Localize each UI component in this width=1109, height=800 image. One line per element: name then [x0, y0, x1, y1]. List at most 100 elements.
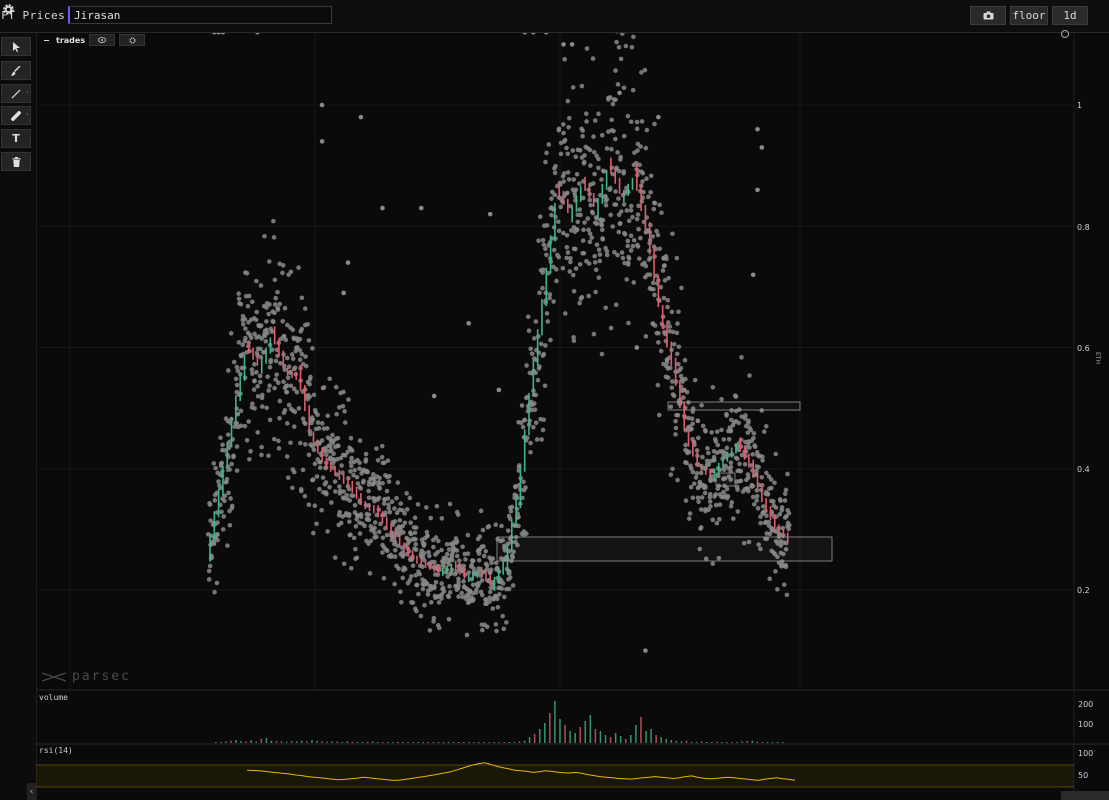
trade-dot — [669, 385, 675, 390]
trade-dot — [759, 474, 765, 480]
trade-dot — [394, 495, 399, 501]
price-candle — [636, 164, 638, 191]
trade-dot — [599, 227, 605, 233]
price-candle — [342, 473, 345, 484]
trade-dot — [348, 469, 353, 474]
trade-dot — [599, 177, 604, 182]
price-candle — [209, 533, 211, 562]
trade-dot — [366, 517, 372, 523]
trade-dot — [228, 496, 233, 501]
trade-dot — [603, 198, 609, 204]
interval-button[interactable]: 1d — [1052, 6, 1088, 25]
scale-button[interactable] — [1061, 791, 1109, 800]
legend-collapse-icon[interactable] — [44, 39, 49, 41]
trade-dot — [379, 443, 385, 449]
price-candle — [235, 395, 237, 422]
trade-dot — [613, 302, 619, 308]
trade-dot — [674, 255, 680, 261]
screenshot-button[interactable] — [970, 6, 1006, 25]
toggle-visibility-button[interactable] — [89, 34, 116, 46]
trade-dot — [782, 582, 787, 587]
trade-dot — [284, 421, 290, 426]
trade-dot — [533, 370, 538, 376]
price-candle — [282, 350, 285, 369]
collection-search-input[interactable] — [68, 6, 332, 24]
floor-toggle-button[interactable]: floor — [1010, 6, 1048, 25]
price-chart[interactable] — [36, 33, 1109, 800]
trade-dot — [215, 532, 220, 537]
series-settings-button[interactable] — [119, 34, 146, 46]
trade-dot — [581, 159, 587, 165]
trade-dot — [702, 483, 708, 489]
trade-dot — [556, 127, 562, 133]
trade-dot — [310, 417, 316, 422]
outlier-trade-dot — [431, 393, 437, 399]
trade-dot — [439, 581, 444, 586]
trade-dot — [302, 421, 308, 427]
volume-bar — [473, 742, 475, 743]
volume-bar — [640, 717, 642, 743]
trade-dot — [405, 580, 411, 586]
ruler-tool-expand-icon[interactable]: › — [26, 110, 29, 118]
trade-dot — [628, 203, 634, 209]
trade-dot — [288, 383, 294, 389]
drawn-rectangle — [715, 472, 736, 487]
trade-dot — [615, 252, 620, 258]
trade-dot — [299, 295, 305, 301]
trade-dot — [524, 363, 529, 368]
trade-dot — [551, 247, 557, 253]
trade-dot — [477, 534, 483, 539]
line-tool-expand-icon[interactable]: › — [26, 88, 29, 96]
trade-dot — [383, 547, 389, 552]
trade-dot — [537, 290, 542, 296]
trade-dot — [422, 541, 427, 547]
trade-dot — [459, 590, 465, 596]
trade-dot — [283, 337, 289, 343]
chart-area[interactable] — [36, 33, 1109, 800]
trade-dot — [638, 235, 643, 241]
trash-tool[interactable] — [1, 152, 31, 171]
price-candle — [381, 511, 384, 524]
trade-dot — [506, 586, 512, 592]
text-tool[interactable]: T — [1, 129, 31, 148]
trade-dot — [453, 540, 459, 545]
volume-bar — [351, 741, 354, 743]
trade-dot — [708, 478, 713, 484]
trade-dot — [342, 420, 348, 425]
price-tick-0-2: 0.2 — [1077, 586, 1090, 595]
trade-dot — [556, 254, 561, 260]
trade-dot — [215, 520, 220, 525]
parsec-logo-icon — [42, 671, 66, 682]
cursor-tool[interactable] — [1, 37, 31, 56]
volume-bar — [275, 741, 278, 743]
trade-dot — [675, 321, 680, 326]
price-candle — [627, 183, 629, 196]
trade-dot — [564, 244, 570, 250]
price-candle — [217, 488, 220, 518]
trade-dot — [307, 431, 313, 437]
brush-tool[interactable] — [1, 61, 31, 80]
trade-dot — [240, 317, 246, 323]
trade-dot — [312, 461, 318, 467]
trade-dot — [389, 499, 395, 505]
trade-dot — [661, 295, 667, 301]
trade-dot — [754, 493, 760, 499]
price-candle — [429, 561, 431, 570]
collapse-sidebar-button[interactable]: ‹ — [27, 783, 36, 800]
trade-dot — [558, 151, 564, 157]
price-candle — [364, 501, 366, 510]
trade-dot — [536, 366, 542, 371]
trade-dot — [775, 587, 780, 592]
trade-dot — [585, 145, 591, 151]
trade-dot — [400, 507, 405, 513]
trade-dot — [644, 176, 649, 182]
volume-bar — [295, 741, 298, 743]
trade-dot — [625, 262, 631, 267]
trash-icon — [12, 156, 20, 167]
chart-options-icon[interactable] — [1061, 30, 1069, 38]
trade-dot — [758, 514, 763, 520]
trade-dot — [225, 368, 231, 373]
trade-dot — [211, 461, 217, 466]
trade-dot — [579, 83, 585, 89]
price-candle — [549, 235, 552, 274]
